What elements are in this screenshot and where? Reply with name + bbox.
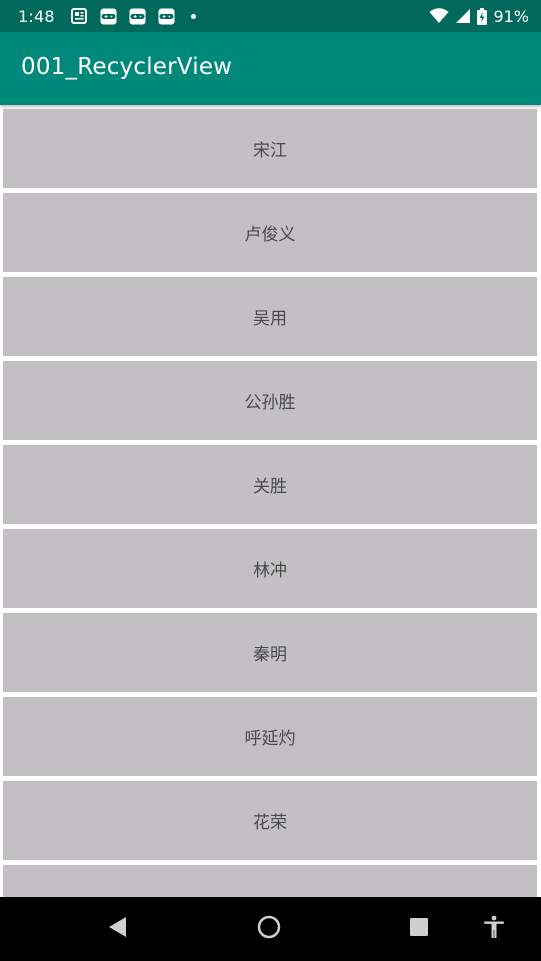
- list-item[interactable]: 秦明: [3, 613, 537, 692]
- list-item[interactable]: 林冲: [3, 529, 537, 608]
- list-item[interactable]: 花荣: [3, 781, 537, 860]
- list-item-label: 宋江: [253, 141, 287, 161]
- gamepad-icon: [129, 8, 146, 25]
- list-item[interactable]: 吴用: [3, 277, 537, 356]
- list-item-label: 林冲: [253, 561, 287, 581]
- recents-icon: [409, 917, 429, 941]
- app-title: 001_RecyclerView: [21, 54, 233, 80]
- list-item-label: 卢俊义: [244, 225, 296, 245]
- navigation-bar: [0, 897, 541, 961]
- list-item[interactable]: 关胜: [3, 445, 537, 524]
- app-bar: 001_RecyclerView: [0, 32, 541, 105]
- list-item-label: 吴用: [253, 309, 287, 329]
- battery-charging-icon: [477, 7, 488, 25]
- recycler-list[interactable]: 宋江 卢俊义 吴用 公孙胜 关胜 林冲 秦明 呼延灼 花荣: [0, 105, 541, 897]
- list-item[interactable]: 宋江: [3, 109, 537, 188]
- home-button[interactable]: [252, 913, 286, 945]
- list-item[interactable]: 公孙胜: [3, 361, 537, 440]
- wifi-icon: [429, 8, 449, 24]
- accessibility-icon: [483, 915, 505, 943]
- status-time: 1:48: [18, 6, 55, 26]
- status-bar: 1:48 91%: [0, 0, 541, 32]
- list-item-label: 关胜: [253, 477, 287, 497]
- news-icon: [71, 8, 88, 25]
- gamepad-icon: [100, 8, 117, 25]
- list-item-label: 花荣: [253, 813, 287, 833]
- back-icon: [108, 916, 128, 942]
- list-item[interactable]: 呼延灼: [3, 697, 537, 776]
- back-button[interactable]: [100, 913, 136, 945]
- list-item-label: 秦明: [253, 645, 287, 665]
- battery-percent: 91%: [493, 6, 529, 26]
- more-notifications-dot-icon: [190, 13, 196, 19]
- list-item[interactable]: 卢俊义: [3, 193, 537, 272]
- accessibility-button[interactable]: [478, 913, 510, 945]
- list-item-label: 呼延灼: [244, 729, 296, 749]
- list-item[interactable]: [3, 865, 537, 897]
- signal-icon: [455, 8, 471, 24]
- gamepad-icon: [158, 8, 175, 25]
- recents-button[interactable]: [402, 913, 436, 945]
- status-right-group: 91%: [423, 7, 529, 26]
- list-item-label: 公孙胜: [244, 393, 296, 413]
- home-icon: [257, 915, 281, 943]
